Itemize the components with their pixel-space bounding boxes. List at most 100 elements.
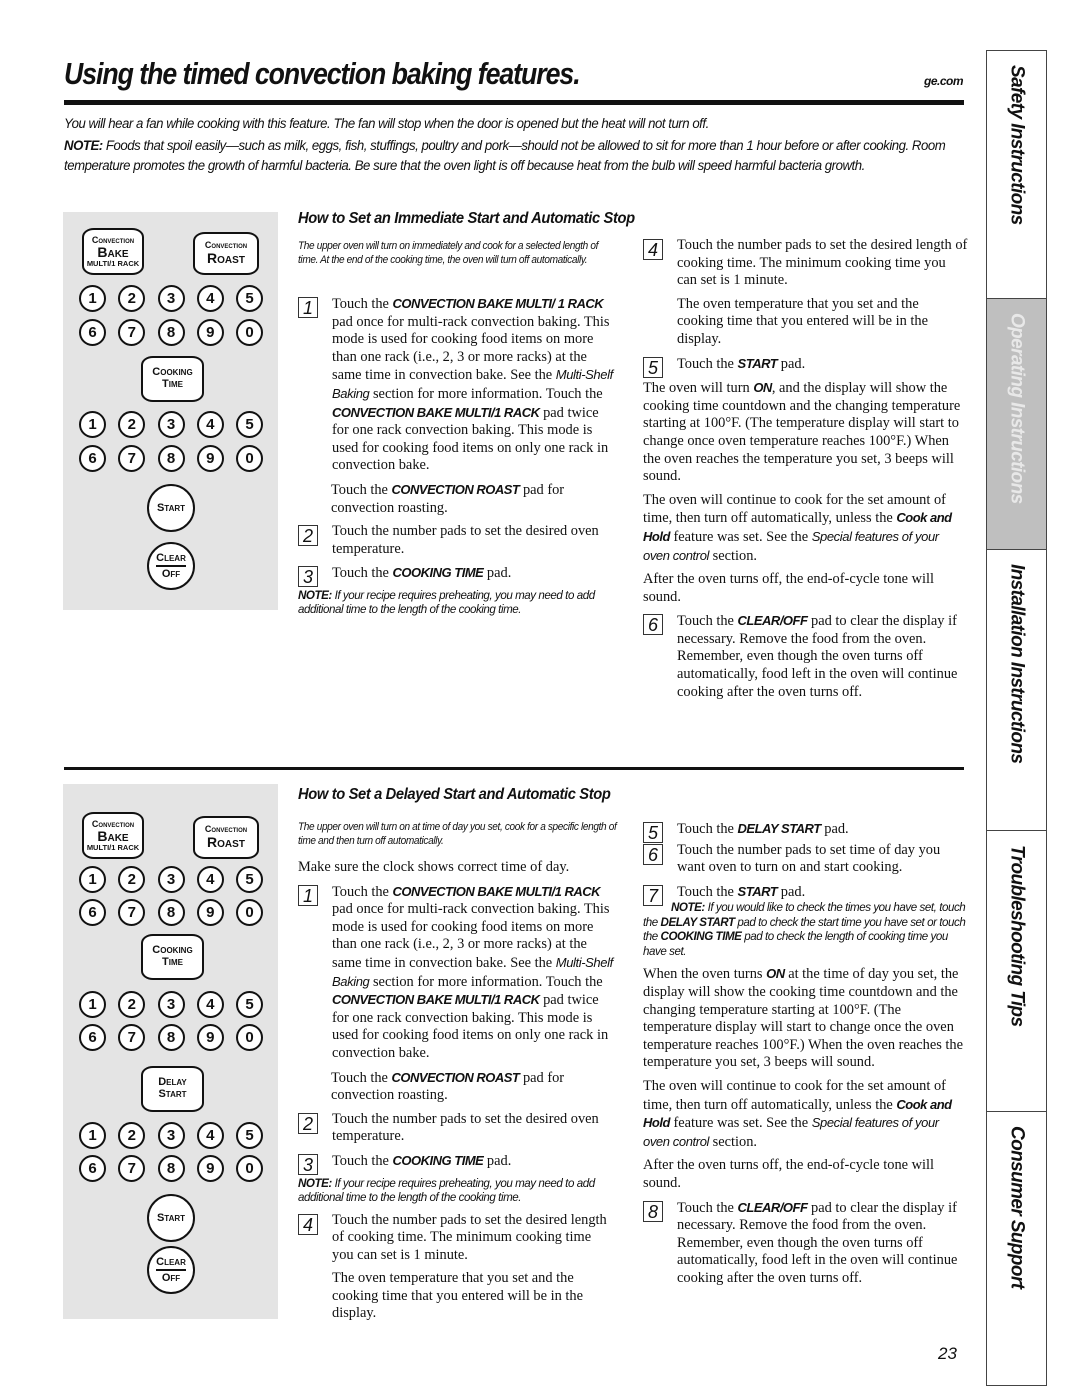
pad-keyword: START — [737, 883, 778, 899]
number-pad[interactable]: 6 — [79, 1155, 106, 1182]
cooking-time-pad[interactable]: Cooking Time — [141, 934, 204, 980]
number-pad[interactable]: 9 — [196, 319, 224, 346]
number-pad[interactable]: 3 — [157, 991, 185, 1018]
step-7: 7 Touch the START pad. — [643, 883, 968, 906]
start-pad[interactable]: Start — [147, 1194, 195, 1242]
number-pad[interactable]: 6 — [79, 445, 106, 472]
number-pad[interactable]: 7 — [118, 445, 146, 472]
convection-roast-pad[interactable]: Convection Roast — [193, 816, 259, 859]
number-pad[interactable]: 0 — [236, 445, 263, 472]
number-pad[interactable]: 5 — [236, 285, 263, 312]
text-span: Touch the number pads to set the desired… — [332, 1211, 607, 1263]
number-pad[interactable]: 2 — [118, 866, 146, 893]
text-span: If your recipe requires preheating, you … — [298, 1176, 595, 1205]
number-pad[interactable]: 7 — [118, 319, 146, 346]
number-pad[interactable]: 6 — [79, 1024, 106, 1051]
number-pad[interactable]: 8 — [157, 899, 185, 926]
pad-keyword: START — [737, 355, 778, 371]
tab-operating-instructions[interactable]: Operating Instructions — [986, 298, 1047, 550]
separator-line — [156, 565, 186, 567]
start-pad[interactable]: Start — [147, 484, 195, 532]
number-pad[interactable]: 7 — [118, 899, 146, 926]
number-pad[interactable]: 9 — [196, 1024, 224, 1051]
pad-label: Roast — [207, 833, 245, 850]
tab-consumer-support[interactable]: Consumer Support — [986, 1111, 1047, 1386]
number-pad[interactable]: 3 — [157, 285, 185, 312]
pad-label: Roast — [207, 249, 245, 266]
time-number-row-2: 6 7 8 9 0 — [79, 445, 263, 472]
text-span: Touch the — [331, 481, 392, 498]
pad-label: Start — [156, 502, 186, 514]
pad-label: Start — [156, 1212, 186, 1224]
number-pad[interactable]: 5 — [236, 411, 263, 438]
number-pad[interactable]: 0 — [236, 1155, 263, 1182]
tab-installation-instructions[interactable]: Installation Instructions — [986, 549, 1047, 831]
number-pad[interactable]: 0 — [236, 1024, 263, 1051]
text-span: Touch the — [331, 1069, 392, 1086]
continue-text: The oven will continue to cook for the s… — [643, 492, 968, 565]
number-pad[interactable]: 3 — [157, 1122, 185, 1149]
number-pad[interactable]: 9 — [196, 1155, 224, 1182]
convection-bake-pad[interactable]: Convection Bake MULTI/1 RACK — [82, 812, 144, 859]
number-pad[interactable]: 8 — [157, 445, 185, 472]
number-pad[interactable]: 7 — [118, 1155, 146, 1182]
number-pad[interactable]: 3 — [157, 866, 185, 893]
number-pad[interactable]: 2 — [118, 1122, 146, 1149]
number-pad[interactable]: 7 — [118, 1024, 146, 1051]
text-span: Touch the — [677, 883, 738, 900]
text-span: Touch the — [332, 565, 393, 582]
step-4-display: The oven temperature that you set and th… — [332, 1270, 583, 1322]
text-span: pad. — [820, 821, 849, 837]
number-pad[interactable]: 3 — [157, 411, 185, 438]
convection-bake-pad[interactable]: Convection Bake MULTI/1 RACK — [82, 228, 144, 275]
pad-keyword: CONVECTION BAKE MULTI/1 RACK — [332, 992, 540, 1008]
number-pad[interactable]: 1 — [79, 1122, 106, 1149]
text-span: pad. — [777, 883, 806, 900]
number-pad[interactable]: 4 — [196, 866, 224, 893]
text-span: NOTE: — [298, 588, 332, 602]
number-pad[interactable]: 1 — [79, 866, 106, 893]
delay-start-pad[interactable]: Delay Start — [141, 1066, 204, 1112]
clear-off-pad[interactable]: Clear Off — [147, 542, 195, 590]
pad-label: Clear — [156, 1256, 186, 1269]
number-pad[interactable]: 1 — [79, 411, 106, 438]
step-2: 2 Touch the number pads to set the desir… — [298, 523, 616, 558]
number-pad[interactable]: 4 — [196, 1122, 224, 1149]
text-span: DELAY START — [660, 915, 736, 929]
tab-label: Consumer Support — [1006, 1126, 1028, 1289]
clear-off-pad[interactable]: Clear Off — [147, 1246, 195, 1294]
number-pad[interactable]: 8 — [157, 1024, 185, 1051]
clock-text: Make sure the clock shows correct time o… — [298, 859, 570, 875]
number-pad[interactable]: 1 — [79, 991, 106, 1018]
number-pad[interactable]: 5 — [236, 991, 263, 1018]
delayed-lead: The upper oven will turn on at time of d… — [298, 821, 617, 847]
number-pad[interactable]: 0 — [236, 319, 263, 346]
text-span: Touch the number pads to set time of day… — [677, 841, 941, 876]
number-pad[interactable]: 5 — [236, 1122, 263, 1149]
number-pad[interactable]: 1 — [79, 285, 106, 312]
number-pad[interactable]: 2 — [118, 411, 146, 438]
tab-troubleshooting-tips[interactable]: Troubleshooting Tips — [986, 830, 1047, 1112]
text-span: pad. — [483, 1152, 512, 1169]
number-pad[interactable]: 2 — [118, 285, 146, 312]
number-pad[interactable]: 8 — [157, 319, 185, 346]
text-span: NOTE: — [671, 901, 705, 915]
number-pad[interactable]: 4 — [196, 411, 224, 438]
immediate-column-right: 4 Touch the number pads to set the desir… — [643, 237, 968, 707]
number-pad[interactable]: 9 — [196, 899, 224, 926]
number-pad[interactable]: 4 — [196, 991, 224, 1018]
number-pad[interactable]: 9 — [196, 445, 224, 472]
number-pad[interactable]: 2 — [118, 991, 146, 1018]
cooking-time-pad[interactable]: Cooking Time — [141, 356, 204, 402]
end-tone-text: After the oven turns off, the end-of-cyc… — [643, 1157, 935, 1191]
number-pad[interactable]: 4 — [196, 285, 224, 312]
site-link[interactable]: ge.com — [924, 74, 964, 88]
number-pad[interactable]: 6 — [79, 319, 106, 346]
convection-roast-pad[interactable]: Convection Roast — [193, 232, 259, 275]
number-pad[interactable]: 6 — [79, 899, 106, 926]
number-pad[interactable]: 5 — [236, 866, 263, 893]
number-pad[interactable]: 0 — [236, 899, 263, 926]
text-span: The oven will turn — [643, 380, 754, 397]
tab-safety-instructions[interactable]: Safety Instructions — [986, 50, 1047, 299]
number-pad[interactable]: 8 — [157, 1155, 185, 1182]
